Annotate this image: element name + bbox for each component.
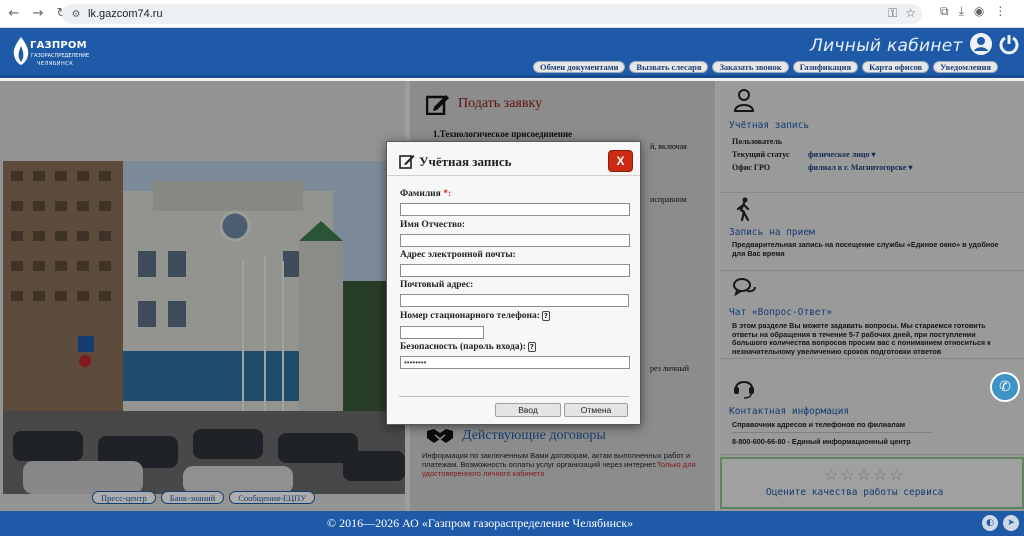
surname-label-text: Фамилия	[400, 189, 441, 199]
landline-phone-field[interactable]	[400, 326, 484, 339]
cancel-button[interactable]: Отмена	[564, 403, 628, 417]
help-icon[interactable]: ?	[541, 311, 550, 321]
site-footer: © 2016—2026 АО «Газпром газораспределени…	[0, 511, 1024, 536]
profile-icon[interactable]: ◉	[974, 4, 984, 19]
landline-phone-label-text: Номер стационарного телефона:	[400, 311, 540, 322]
email-field[interactable]	[400, 264, 630, 277]
logo-subtitle: ГАЗОРАСПРЕДЕЛЕНИЕ	[31, 53, 90, 59]
modal-title: Учётная запись	[419, 154, 512, 169]
password-field[interactable]	[400, 356, 630, 369]
nav-office-map[interactable]: Карта офисов	[862, 61, 930, 73]
cabinet-title: Личный кабинет	[810, 36, 963, 56]
user-avatar-icon[interactable]	[970, 33, 992, 55]
telegram-icon[interactable]: ➤	[1003, 515, 1019, 531]
name-patronymic-field[interactable]	[400, 234, 630, 247]
gazprom-logo[interactable]: ГАЗПРОМ ГАЗОРАСПРЕДЕЛЕНИЕ ЧЕЛЯБИНСК	[10, 34, 89, 72]
accessibility-icon[interactable]: ◐	[982, 515, 998, 531]
logout-power-icon[interactable]	[998, 33, 1020, 55]
postal-address-label: Почтовый адрес:	[400, 280, 474, 290]
nav-call-fitter[interactable]: Вызвать слесаря	[629, 61, 709, 73]
login-button[interactable]: Ввод	[495, 403, 561, 417]
top-nav: Обмен документами Вызвать слесаря Заказа…	[533, 61, 999, 73]
password-label: Безопасность (пароль входа):?	[400, 342, 536, 352]
nav-notifications[interactable]: Уведомления	[933, 61, 999, 73]
surname-field[interactable]	[400, 203, 630, 216]
email-label: Адрес электронной почты:	[400, 250, 516, 260]
address-url[interactable]: lk.gazcom74.ru	[88, 8, 163, 20]
nav-documents[interactable]: Обмен документами	[533, 61, 626, 73]
back-icon[interactable]: ←	[4, 4, 24, 24]
extensions-icon[interactable]: ⧉	[940, 4, 949, 19]
logo-name: ГАЗПРОМ	[30, 40, 87, 51]
required-marker: *:	[443, 189, 452, 199]
address-bar[interactable]: ⚙ lk.gazcom74.ru ⚿ ☆	[62, 4, 922, 24]
menu-icon[interactable]: ⋮	[994, 4, 1006, 19]
modal-header: Учётная запись X	[387, 142, 640, 176]
landline-phone-label: Номер стационарного телефона:?	[400, 311, 550, 321]
site-info-icon[interactable]: ⚙	[68, 9, 84, 20]
surname-label: Фамилия *:	[400, 189, 451, 199]
nav-gasification[interactable]: Газификация	[792, 61, 859, 73]
postal-address-field[interactable]	[400, 294, 629, 307]
password-label-text: Безопасность (пароль входа):	[400, 342, 526, 353]
modal-divider	[399, 396, 629, 397]
help-icon[interactable]: ?	[527, 342, 536, 352]
logo-city: ЧЕЛЯБИНСК	[37, 61, 74, 67]
name-patronymic-label: Имя Отчество:	[400, 220, 465, 230]
browser-toolbar: ← → ↻ ⚙ lk.gazcom74.ru ⚿ ☆ ⧉ ⤓ ◉ ⋮	[0, 0, 1024, 28]
account-modal: Учётная запись X Фамилия *: Имя Отчество…	[386, 141, 641, 425]
flame-icon	[13, 37, 29, 65]
copyright: © 2016—2026 АО «Газпром газораспределени…	[327, 516, 634, 530]
close-button[interactable]: X	[608, 150, 633, 172]
bookmark-star-icon[interactable]: ☆	[905, 6, 916, 21]
nav-order-call[interactable]: Заказать звонок	[712, 61, 789, 73]
edit-icon	[399, 155, 415, 169]
support-chat-icon[interactable]: ✆	[990, 372, 1020, 402]
forward-icon[interactable]: →	[28, 4, 48, 24]
site-header: ГАЗПРОМ ГАЗОРАСПРЕДЕЛЕНИЕ ЧЕЛЯБИНСК Личн…	[0, 28, 1024, 78]
download-icon[interactable]: ⤓	[959, 4, 964, 19]
password-key-icon[interactable]: ⚿	[888, 6, 897, 21]
